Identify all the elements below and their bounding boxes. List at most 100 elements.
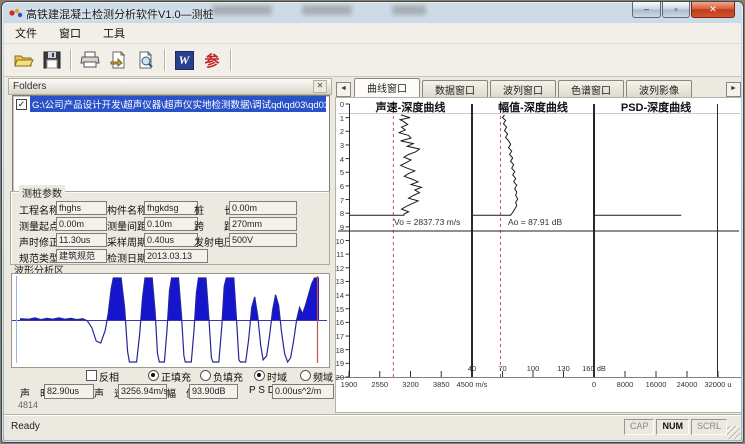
depth-tick-label: 15: [335, 305, 344, 314]
folders-list-item[interactable]: ✓G:\公司产品设计开发\超声仪器\超声仪实地检测数据\调试qd\qd03\qd…: [14, 97, 329, 111]
param-field[interactable]: 500V: [229, 233, 297, 247]
open-folder-button[interactable]: [12, 48, 36, 72]
waveform-controls: 反相正填充负填充时域频域: [8, 368, 332, 382]
save-button[interactable]: [40, 48, 64, 72]
readout-field[interactable]: 82.90us: [44, 384, 94, 399]
param-label: 跨 距: [194, 218, 234, 233]
param-label: 采样周期: [107, 234, 147, 249]
toolbar: W 参: [4, 44, 741, 77]
positive-fill-radio[interactable]: [148, 370, 159, 381]
param-label: 测量起点: [19, 218, 59, 233]
depth-tick-label: 16: [335, 318, 344, 327]
positive-fill-label: 正填充: [161, 369, 191, 384]
pile-params-group-title: 测桩参数: [19, 185, 65, 200]
export-page-icon: [109, 51, 127, 69]
waveform-readouts: 声 时82.90us声 速3256.94m/s幅 值93.90dBP S D0.…: [8, 383, 332, 399]
checkbox-icon[interactable]: ✓: [16, 99, 27, 110]
waveform-plot[interactable]: [11, 273, 330, 368]
depth-tick-label: 19: [335, 359, 344, 368]
chart-title: 幅值-深度曲线: [471, 99, 595, 115]
param-field[interactable]: fhgkdsg: [144, 201, 198, 215]
print-preview-button[interactable]: [134, 48, 158, 72]
depth-tick-label: 2: [335, 127, 344, 136]
minimize-button[interactable]: –: [632, 2, 661, 18]
clipped-status-text: 4814: [18, 400, 38, 408]
depth-tick-label: 11: [335, 250, 344, 259]
titlebar[interactable]: 高铁建混凝土检测分析软件V1.0—测桩 – ▫ ✕: [2, 2, 743, 23]
chart-annotation: Ao = 87.91 dB: [508, 217, 562, 227]
param-field[interactable]: 0.40us: [144, 233, 198, 247]
readout-field[interactable]: 93.90dB: [189, 384, 238, 399]
menu-item[interactable]: 文件: [12, 24, 40, 42]
folders-panel-title: Folders: [13, 81, 46, 92]
pile-params-group: 测桩参数 工程名称fhghs构件名称fhgkdsg桩 长0.00m测量起点0.0…: [10, 191, 330, 265]
param-field[interactable]: 0.00m: [56, 217, 107, 231]
folders-panel-header[interactable]: Folders ✕: [8, 78, 332, 95]
maximize-button[interactable]: ▫: [662, 2, 690, 18]
invert-checkbox[interactable]: [86, 370, 97, 381]
param-label: 声时修正: [19, 234, 59, 249]
tab-scroll-left-icon[interactable]: ◄: [336, 82, 351, 97]
depth-tick-label: 9: [335, 223, 344, 232]
depth-tick-label: 17: [335, 332, 344, 341]
parameters-button[interactable]: 参: [200, 48, 224, 72]
readout-field[interactable]: 0.00us^2/m: [272, 384, 334, 399]
param-field[interactable]: 0.10m: [144, 217, 198, 231]
tab-item[interactable]: 波列影像: [626, 80, 692, 97]
depth-tick-label: 7: [335, 196, 344, 205]
menu-item[interactable]: 窗口: [56, 24, 84, 42]
x-axis-tick-label: 160 dB: [572, 364, 616, 373]
param-field[interactable]: 270mm: [229, 217, 297, 231]
print-button[interactable]: [78, 48, 102, 72]
param-field[interactable]: 2013.03.13: [144, 249, 208, 263]
folders-close-icon[interactable]: ✕: [313, 80, 327, 93]
word-export-button[interactable]: W: [172, 48, 196, 72]
tab-item[interactable]: 波列窗口: [490, 80, 556, 97]
tab-item[interactable]: 色谱窗口: [558, 80, 624, 97]
param-label: 工程名称: [19, 202, 59, 217]
toolbar-separator: [230, 49, 232, 71]
depth-tick-label: 8: [335, 209, 344, 218]
parameters-icon: 参: [204, 50, 219, 71]
depth-curves-chart[interactable]: 0123456789101112131415161718192019002550…: [335, 97, 741, 413]
close-button[interactable]: ✕: [691, 2, 735, 18]
time-domain-radio[interactable]: [254, 370, 265, 381]
resize-grip[interactable]: [727, 426, 740, 439]
toolbar-separator: [70, 49, 72, 71]
folders-list[interactable]: ✓G:\公司产品设计开发\超声仪器\超声仪实地检测数据\调试qd\qd03\qd…: [12, 95, 330, 192]
depth-tick-label: 0: [335, 100, 344, 109]
freq-domain-radio[interactable]: [300, 370, 311, 381]
param-label: 发射电压: [194, 234, 234, 249]
depth-tick-label: 5: [335, 168, 344, 177]
negative-fill-radio[interactable]: [200, 370, 211, 381]
readout-field[interactable]: 3256.94m/s: [118, 384, 167, 399]
open-folder-icon: [14, 51, 34, 69]
tab-item[interactable]: 数据窗口: [422, 80, 488, 97]
param-field[interactable]: 11.30us: [56, 233, 107, 247]
x-axis-tick-label: 32000 u: [696, 380, 740, 389]
depth-tick-label: 3: [335, 141, 344, 150]
depth-tick-label: 6: [335, 182, 344, 191]
menu-item[interactable]: 工具: [100, 24, 128, 42]
time-domain-label: 时域: [267, 369, 287, 384]
param-field[interactable]: fhghs: [56, 201, 107, 215]
titlebar-glass-smudge: [392, 5, 426, 15]
status-cell-num: NUM: [656, 419, 689, 435]
left-panel: Folders ✕ ✓G:\公司产品设计开发\超声仪器\超声仪实地检测数据\调试…: [8, 78, 332, 414]
depth-tick-label: 4: [335, 155, 344, 164]
invert-label: 反相: [99, 369, 119, 384]
status-ready-text: Ready: [11, 421, 40, 432]
folder-path-label: G:\公司产品设计开发\超声仪器\超声仪实地检测数据\调试qd\qd03\qd0…: [30, 96, 326, 112]
chart-title: PSD-深度曲线: [594, 99, 718, 115]
print-preview-icon: [137, 51, 155, 69]
tab-active[interactable]: 曲线窗口: [354, 78, 420, 97]
status-cell-cap: CAP: [624, 419, 655, 435]
param-field[interactable]: 建筑规范: [56, 249, 107, 263]
tab-scroll-right-icon[interactable]: ►: [726, 82, 741, 97]
x-axis-tick-label: 4500 m/s: [450, 380, 494, 389]
window-title: 高铁建混凝土检测分析软件V1.0—测桩: [26, 6, 214, 22]
param-field[interactable]: 0.00m: [229, 201, 297, 215]
menu-bar: 文件窗口工具: [4, 23, 741, 44]
export-button[interactable]: [106, 48, 130, 72]
printer-icon: [80, 51, 100, 69]
